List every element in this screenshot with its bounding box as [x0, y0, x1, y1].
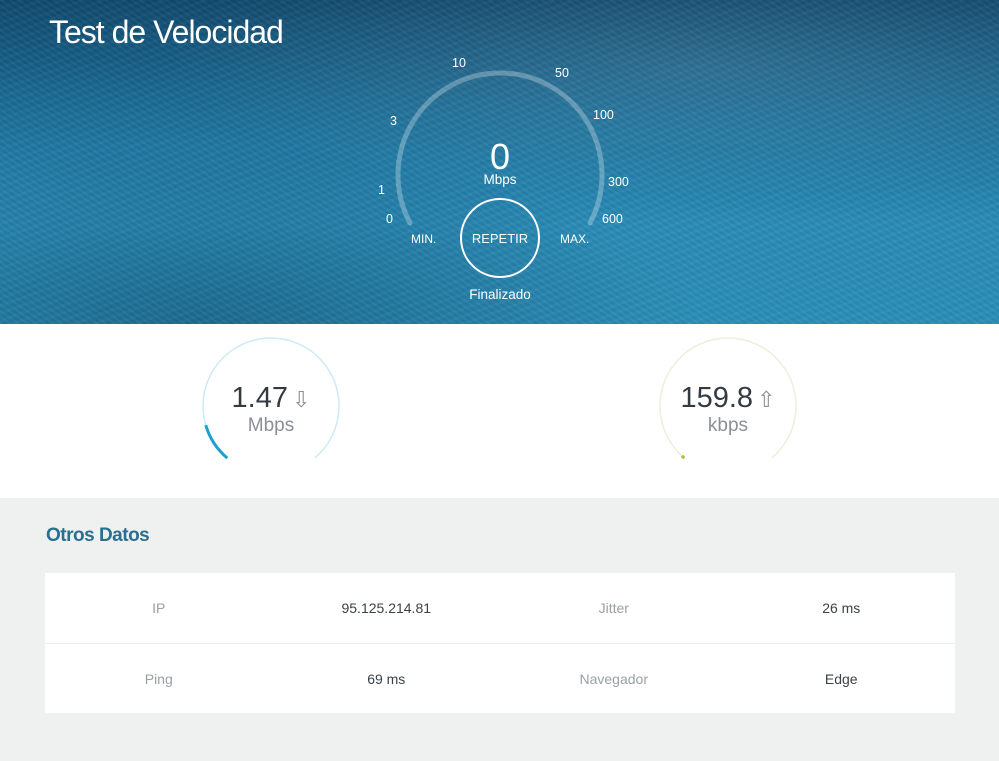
other-data-title: Otros Datos [46, 525, 150, 546]
other-data-table: IP 95.125.214.81 Jitter 26 ms Ping 69 ms… [45, 573, 955, 713]
jitter-value: 26 ms [822, 600, 861, 616]
browser-value: Edge [824, 670, 858, 687]
gauge-tick-label: 0 [386, 212, 393, 226]
download-result: 1.47 ⇩ [171, 382, 371, 415]
table-row: Ping 69 ms Navegador Edge [45, 643, 955, 713]
jitter-label: Jitter [598, 600, 629, 616]
upload-result: 159.8 ⇧ [628, 382, 828, 415]
gauge-tick-label: 50 [555, 66, 569, 80]
gauge-tick-label: 3 [390, 114, 397, 128]
gauge-tick-label: 10 [452, 56, 466, 70]
upload-arrow-icon: ⇧ [757, 387, 776, 412]
current-speed-value: 0 [489, 136, 511, 177]
gauge-tick-label: 1 [378, 183, 385, 197]
browser-label: Navegador [579, 670, 649, 687]
upload-speed-unit: kbps [707, 415, 749, 436]
gauge-min-label: MIN. [411, 232, 437, 246]
hero-banner: Test de Velocidad 0 1 3 10 50 100 300 60… [0, 0, 999, 324]
download-speed-value: 1.47 [231, 382, 288, 414]
test-status-text: Finalizado [469, 287, 531, 302]
current-speed-unit: Mbps [483, 172, 517, 187]
gauge-max-label: MAX. [560, 232, 590, 246]
download-speed-unit: Mbps [247, 415, 295, 436]
repeat-test-button[interactable]: REPETIR [460, 198, 540, 278]
gauge-tick-label: 300 [608, 175, 629, 189]
ping-value: 69 ms [367, 670, 406, 687]
ping-label: Ping [144, 670, 173, 687]
other-data-section: Otros Datos IP 95.125.214.81 Jitter 26 m… [0, 498, 999, 761]
ip-label: IP [152, 600, 166, 616]
ip-value: 95.125.214.81 [341, 600, 432, 616]
gauge-tick-label: 600 [602, 212, 623, 226]
download-arrow-icon: ⇩ [292, 387, 311, 412]
gauge-tick-label: 100 [593, 108, 614, 122]
table-row: IP 95.125.214.81 Jitter 26 ms [45, 573, 955, 643]
upload-speed-value: 159.8 [680, 382, 754, 414]
results-panel: 1.47 ⇩ Mbps 159.8 ⇧ kbps [0, 324, 999, 498]
